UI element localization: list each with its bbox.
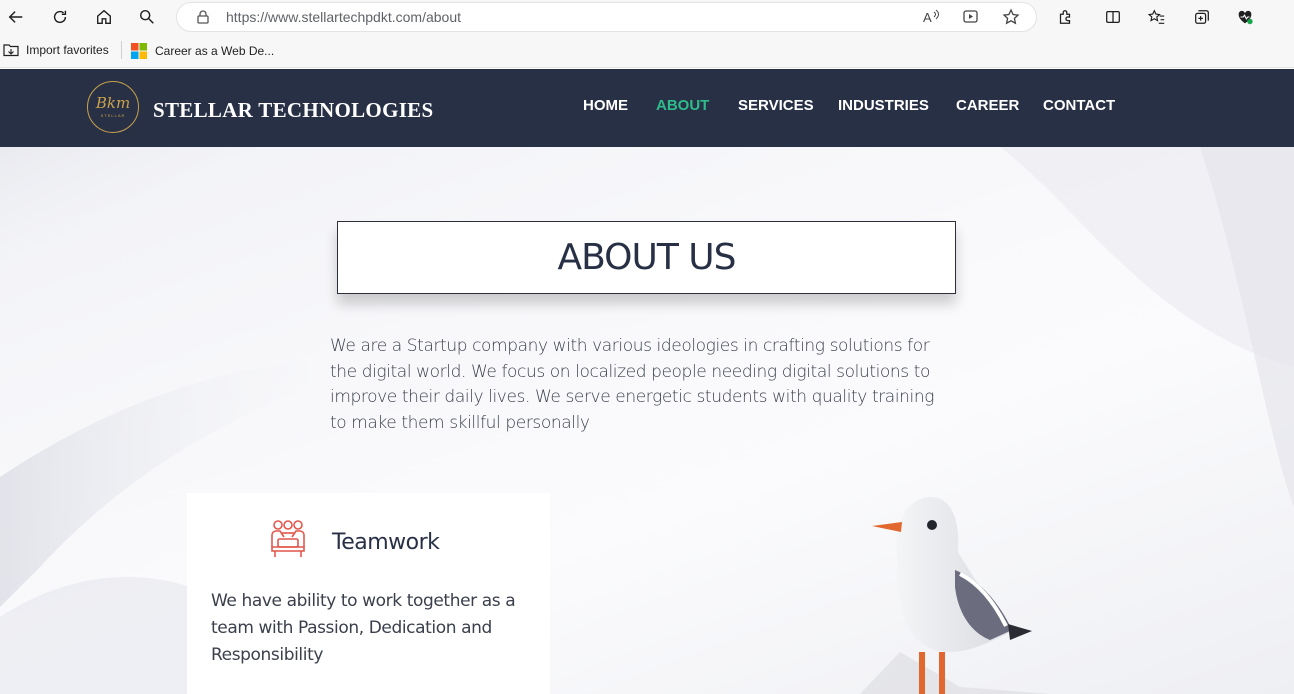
about-title: ABOUT US bbox=[557, 237, 736, 278]
import-favorites-icon bbox=[3, 44, 19, 57]
about-title-box: ABOUT US bbox=[337, 221, 956, 294]
seagull-image bbox=[860, 497, 1050, 694]
url-text[interactable]: https://www.stellartechpdkt.com/about bbox=[226, 9, 461, 25]
search-icon[interactable] bbox=[134, 4, 160, 30]
nav-home[interactable]: HOME bbox=[583, 97, 628, 114]
read-aloud-icon[interactable]: A bbox=[922, 8, 940, 26]
main-nav: HOME ABOUT SERVICES INDUSTRIES CAREER CO… bbox=[0, 97, 1294, 119]
nav-career[interactable]: CAREER bbox=[956, 97, 1019, 114]
back-arrow-icon[interactable] bbox=[3, 4, 29, 30]
teamwork-card: Teamwork We have ability to work togethe… bbox=[187, 493, 550, 694]
microsoft-logo-icon bbox=[131, 43, 147, 59]
favorite-import-label: Import favorites bbox=[26, 43, 109, 57]
favorites-divider bbox=[121, 41, 122, 59]
favorites-list-icon[interactable] bbox=[1144, 4, 1170, 30]
home-icon[interactable] bbox=[91, 4, 117, 30]
nav-contact[interactable]: CONTACT bbox=[1043, 97, 1115, 114]
address-bar[interactable]: https://www.stellartechpdkt.com/about A bbox=[176, 2, 1037, 32]
favorite-import[interactable]: Import favorites bbox=[3, 43, 109, 57]
site-navbar: Bkm STELLAR STELLAR TECHNOLOGIES HOME AB… bbox=[0, 69, 1294, 147]
lock-icon[interactable] bbox=[195, 9, 211, 25]
favorite-star-icon[interactable] bbox=[1002, 8, 1020, 26]
nav-industries[interactable]: INDUSTRIES bbox=[838, 97, 929, 114]
teamwork-icon bbox=[271, 520, 305, 557]
browser-essentials-icon[interactable] bbox=[1232, 4, 1258, 30]
split-screen-icon[interactable] bbox=[1100, 4, 1126, 30]
collections-icon[interactable] bbox=[1189, 4, 1215, 30]
app-available-icon[interactable] bbox=[962, 8, 980, 26]
nav-about[interactable]: ABOUT bbox=[656, 97, 709, 114]
teamwork-text: We have ability to work together as a te… bbox=[211, 591, 516, 665]
favorite-career[interactable]: Career as a Web De... bbox=[131, 43, 274, 59]
nav-services[interactable]: SERVICES bbox=[738, 97, 814, 114]
favorite-career-label: Career as a Web De... bbox=[155, 44, 275, 58]
refresh-icon[interactable] bbox=[47, 4, 73, 30]
about-description: We are a Startup company with various id… bbox=[330, 336, 935, 433]
extensions-icon[interactable] bbox=[1052, 4, 1078, 30]
teamwork-title: Teamwork bbox=[332, 530, 440, 555]
svg-text:A: A bbox=[923, 10, 932, 25]
browser-toolbar: https://www.stellartechpdkt.com/about A bbox=[0, 0, 1294, 34]
about-hero: ABOUT US We are a Startup company with v… bbox=[0, 147, 1294, 694]
